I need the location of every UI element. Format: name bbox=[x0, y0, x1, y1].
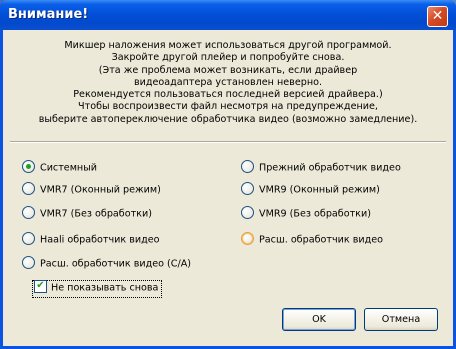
separator bbox=[10, 141, 446, 143]
dialog-window: Внимание! ✕ Микшер наложения может испол… bbox=[0, 0, 456, 349]
dont-show-again-checkbox[interactable]: ✔ Не показывать снова bbox=[32, 280, 163, 298]
radio-vmr9-windowed[interactable]: VMR9 (Оконный режим) bbox=[241, 182, 380, 197]
dialog-title: Внимание! bbox=[8, 7, 89, 22]
radio-icon[interactable] bbox=[22, 206, 35, 219]
message-line: (Эта же проблема может возникать, если д… bbox=[98, 64, 358, 76]
ok-button[interactable]: OK bbox=[282, 308, 356, 331]
message-line: Рекомендуется пользоваться последней вер… bbox=[73, 89, 383, 101]
close-icon: ✕ bbox=[431, 8, 444, 24]
message-line: Микшер наложения может использоваться др… bbox=[64, 40, 392, 51]
radio-label: Расш. обработчик видео bbox=[259, 234, 383, 246]
message-line: Чтобы воспроизвести файл несмотря на пре… bbox=[78, 101, 378, 113]
radio-hover-icon[interactable] bbox=[241, 232, 254, 245]
close-button[interactable]: ✕ bbox=[427, 6, 448, 27]
radio-label: VMR7 (Оконный режим) bbox=[40, 184, 161, 196]
radio-label: Расш. обработчик видео (С/А) bbox=[40, 258, 192, 270]
radio-icon[interactable] bbox=[22, 182, 35, 195]
cancel-button[interactable]: Отмена bbox=[364, 308, 438, 331]
message-line: Закройте другой плейер и попробуйте снов… bbox=[111, 52, 345, 64]
radio-vmr9-renderless[interactable]: VMR9 (Без обработки) bbox=[241, 206, 371, 221]
radio-evr-renderer[interactable]: Расш. обработчик видео bbox=[241, 232, 383, 247]
radio-label: Прежний обработчик видео bbox=[259, 162, 401, 174]
radio-icon[interactable] bbox=[22, 256, 35, 269]
dialog-body: Микшер наложения может использоваться др… bbox=[3, 30, 453, 346]
title-bar[interactable]: Внимание! ✕ bbox=[0, 0, 456, 30]
radio-icon[interactable] bbox=[241, 206, 254, 219]
radio-label: VMR7 (Без обработки) bbox=[40, 208, 152, 220]
radio-icon[interactable] bbox=[241, 160, 254, 173]
checkbox-label: Не показывать снова bbox=[51, 282, 159, 294]
checkbox-checked-icon[interactable]: ✔ bbox=[34, 280, 47, 293]
warning-message: Микшер наложения может использоваться др… bbox=[3, 40, 453, 126]
radio-vmr7-windowed[interactable]: VMR7 (Оконный режим) bbox=[22, 182, 161, 197]
radio-old-renderer[interactable]: Прежний обработчик видео bbox=[241, 160, 401, 175]
radio-icon[interactable] bbox=[241, 182, 254, 195]
message-line: видеоадаптера установлен неверно. bbox=[133, 76, 323, 88]
radio-haali-renderer[interactable]: Haali обработчик видео bbox=[22, 232, 160, 247]
radio-label: VMR9 (Без обработки) bbox=[259, 208, 371, 220]
radio-selected-icon[interactable] bbox=[22, 160, 35, 173]
radio-vmr7-renderless[interactable]: VMR7 (Без обработки) bbox=[22, 206, 152, 221]
radio-label: Системный bbox=[40, 162, 98, 174]
radio-label: VMR9 (Оконный режим) bbox=[259, 184, 380, 196]
radio-label: Haali обработчик видео bbox=[40, 234, 160, 246]
radio-evr-custom-presenter[interactable]: Расш. обработчик видео (С/А) bbox=[22, 256, 192, 271]
message-line: выберите автопереключение обработчика ви… bbox=[38, 113, 418, 125]
radio-icon[interactable] bbox=[22, 232, 35, 245]
radio-system-renderer[interactable]: Системный bbox=[22, 160, 98, 175]
